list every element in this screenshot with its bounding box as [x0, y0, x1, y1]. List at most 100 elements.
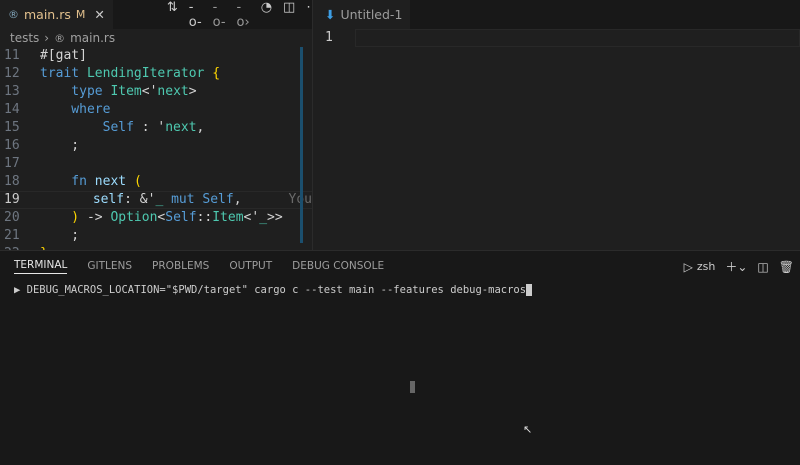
code-token: where	[40, 102, 111, 117]
code-token: mut	[171, 192, 203, 207]
breadcrumb: tests › ® main.rs	[0, 29, 312, 47]
bottom-panel: TERMINAL GITLENS PROBLEMS OUTPUT DEBUG CONSO…	[0, 250, 800, 465]
code-token: (	[133, 174, 142, 189]
compare-changes-icon[interactable]: ⇅	[167, 0, 178, 30]
line-number: 1	[325, 30, 333, 45]
shell-label[interactable]: zsh	[697, 260, 715, 273]
line-number: 16	[4, 138, 20, 153]
right-editor[interactable]: 1	[313, 29, 800, 250]
line-text: ;	[34, 227, 79, 245]
code-token: ,	[196, 120, 205, 135]
code-token: type	[40, 84, 111, 99]
split-terminal-icon[interactable]: ◫	[757, 260, 768, 274]
line-text: ) -> Option<Self::Item<'_>>	[34, 209, 282, 227]
line-number: 17	[4, 156, 20, 171]
line-text: fn next (	[34, 173, 142, 191]
code-token: LendingIterator	[86, 66, 213, 81]
line-number: 13	[4, 84, 20, 99]
current-line-highlight	[355, 29, 800, 47]
code-token: ,	[233, 192, 242, 207]
code-token: Self	[165, 210, 197, 225]
line-text: where	[34, 101, 110, 119]
trash-icon[interactable]: 🗑	[779, 260, 794, 274]
panel-tab-debug-console[interactable]: DEBUG CONSOLE	[292, 260, 384, 272]
text-cursor-icon	[410, 381, 415, 393]
git-commit-icon[interactable]: -o-	[189, 0, 202, 30]
line-number: 12	[4, 66, 20, 81]
add-terminal-icon[interactable]: ＋⌄	[725, 258, 747, 275]
code-token: _	[259, 210, 268, 225]
line-text: self: &'_ mut Self, You	[24, 191, 312, 209]
markdown-icon: ⬇	[325, 7, 336, 22]
line-number: 15	[4, 120, 20, 135]
split-editor-icon[interactable]: ◫	[283, 0, 295, 30]
code-token: <'	[243, 210, 260, 225]
code-token: _	[155, 192, 172, 207]
scrollbar[interactable]	[300, 47, 303, 243]
code-token: next	[157, 84, 189, 99]
code-token: <'	[141, 84, 158, 99]
panel-tab-gitlens[interactable]: GITLENS	[87, 260, 132, 272]
code-token: Self	[40, 120, 134, 135]
chevron-right-icon: ›	[44, 31, 50, 45]
code-token: next	[165, 120, 197, 135]
line-text: ;	[34, 137, 79, 155]
code-token: : &'	[124, 192, 156, 207]
close-icon[interactable]: ✕	[94, 7, 104, 22]
code-line: 18 fn next (	[0, 173, 312, 191]
code-line: 11 #[gat]	[0, 47, 312, 65]
code-token: ::	[196, 210, 213, 225]
panel-tabs: TERMINAL GITLENS PROBLEMS OUTPUT DEBUG CONSO…	[0, 251, 800, 281]
code-line: 12 trait LendingIterator {	[0, 65, 312, 83]
gitlens-icon[interactable]: ◔	[261, 0, 272, 30]
code-line: 15 Self : 'next,	[0, 119, 312, 137]
tab-label: main.rs	[24, 7, 71, 22]
code-line: 21 ;	[0, 227, 312, 245]
line-number: 21	[4, 228, 20, 243]
breadcrumb-folder[interactable]: tests	[10, 31, 39, 45]
editor-actions: ⇅ -o- -o- -o› ◔ ◫ ⋯	[167, 0, 319, 30]
line-text: trait LendingIterator {	[34, 65, 220, 83]
mouse-pointer-icon: ↖	[523, 423, 533, 436]
code-line: 14 where	[0, 101, 312, 119]
code-token: ->	[79, 210, 111, 225]
code-token: next	[94, 174, 134, 189]
code-token: >	[188, 84, 197, 99]
previous-change-icon[interactable]: -o-	[213, 0, 226, 30]
panel-tab-output[interactable]: OUTPUT	[229, 260, 272, 272]
next-change-icon[interactable]: -o›	[237, 0, 250, 30]
code-line: 20 ) -> Option<Self::Item<'_>>	[0, 209, 312, 227]
code-token: {	[212, 66, 221, 81]
line-text	[34, 155, 40, 173]
code-line: 17	[0, 155, 312, 173]
tab-main-rs[interactable]: ® main.rs M ✕	[0, 0, 113, 29]
line-text: type Item<'next>	[34, 83, 197, 101]
breadcrumb-file[interactable]: main.rs	[70, 31, 115, 45]
code-token: ;	[40, 228, 80, 243]
code-token: Item	[212, 210, 244, 225]
tab-untitled-1[interactable]: ⬇ Untitled-1	[313, 0, 411, 29]
line-number: 20	[4, 210, 20, 225]
line-text: Self : 'next,	[34, 119, 205, 137]
rust-icon: ®	[54, 31, 66, 45]
terminal-cursor	[526, 284, 533, 296]
modified-badge: M	[75, 8, 86, 21]
prompt-arrow-icon: ▶	[14, 284, 27, 296]
rust-icon: ®	[8, 8, 19, 21]
code-token: trait	[40, 66, 87, 81]
code-line: 16 ;	[0, 137, 312, 155]
terminal-icon[interactable]: ▷	[684, 260, 693, 274]
code-token: fn	[40, 174, 95, 189]
line-number: 19	[4, 192, 20, 207]
panel-tab-terminal[interactable]: TERMINAL	[14, 259, 68, 274]
panel-tab-problems[interactable]: PROBLEMS	[152, 260, 209, 272]
code-token: )	[40, 210, 80, 225]
line-number: 11	[4, 48, 20, 63]
line-number: 18	[4, 174, 20, 189]
line-text: #[gat]	[34, 47, 87, 65]
terminal-output[interactable]: ▶ DEBUG_MACROS_LOCATION="$PWD/target" ca…	[14, 284, 533, 296]
code-editor[interactable]: 11 #[gat] 12 trait LendingIterator {13 type…	[0, 47, 312, 250]
code-line: 19 self: &'_ mut Self, You	[0, 191, 312, 209]
code-token: Option	[110, 210, 158, 225]
code-token: Self	[202, 192, 234, 207]
